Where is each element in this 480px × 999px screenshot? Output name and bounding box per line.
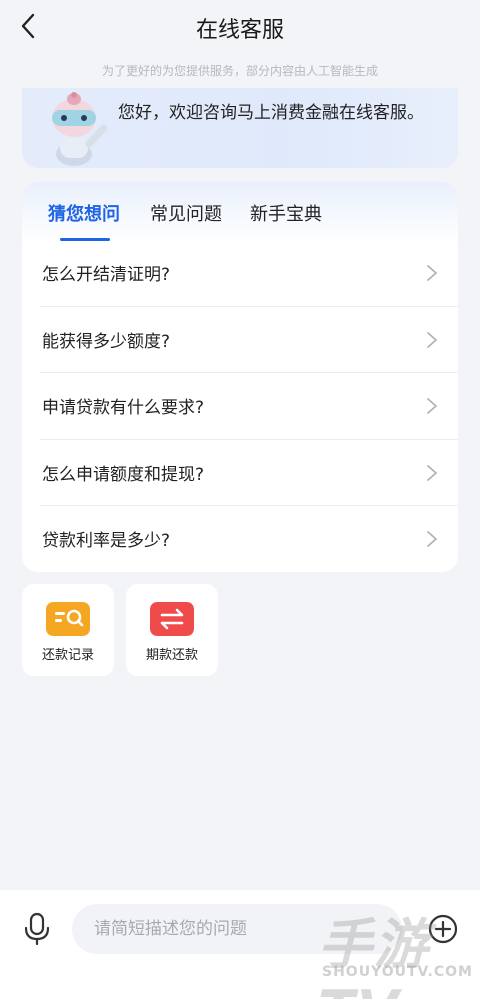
mascot-avatar <box>52 92 108 166</box>
faq-tabs: 猜您想问 常见问题 新手宝典 <box>22 182 458 244</box>
faq-list: 怎么开结清证明? 能获得多少额度? 申请贷款有什么要求? 怎么申请额度和提现? … <box>40 240 458 572</box>
chevron-right-icon <box>427 531 437 548</box>
faq-question: 贷款利率是多少? <box>42 531 171 552</box>
shortcut-label: 期款还款 <box>145 648 198 663</box>
faq-item[interactable]: 贷款利率是多少? <box>40 506 458 572</box>
ai-disclaimer: 为了更好的为您提供服务，部分内容由人工智能生成 <box>101 64 378 78</box>
welcome-message: 您好，欢迎咨询马上消费金融在线客服。 <box>118 103 424 123</box>
faq-question: 申请贷款有什么要求? <box>42 398 205 419</box>
tab-guess[interactable]: 猜您想问 <box>48 200 120 226</box>
faq-item[interactable]: 怎么开结清证明? <box>40 240 458 307</box>
repayment-record-shortcut[interactable]: 还款记录 <box>22 584 114 676</box>
chevron-right-icon <box>427 464 437 481</box>
faq-question: 怎么申请额度和提现? <box>42 464 205 485</box>
tab-common-questions[interactable]: 常见问题 <box>150 200 222 226</box>
microphone-icon[interactable] <box>22 912 52 946</box>
faq-item[interactable]: 能获得多少额度? <box>40 307 458 374</box>
watermark-logo: 手游TV <box>318 913 430 999</box>
faq-item[interactable]: 怎么申请额度和提现? <box>40 440 458 507</box>
watermark-url: SHOUYOUTV.COM <box>322 964 473 980</box>
tab-beginner-guide[interactable]: 新手宝典 <box>250 200 322 226</box>
faq-item[interactable]: 申请贷款有什么要求? <box>40 373 458 440</box>
page-title: 在线客服 <box>195 18 284 43</box>
swap-arrows-icon <box>150 602 194 636</box>
faq-question: 怎么开结清证明? <box>42 265 171 285</box>
chevron-right-icon <box>427 398 437 415</box>
chevron-right-icon <box>427 331 437 348</box>
watermark: 手游TV SHOUYOUTV.COM <box>318 900 478 999</box>
faq-card: 猜您想问 常见问题 新手宝典 怎么开结清证明? 能获得多少额度? 申请贷款有什么… <box>22 182 458 572</box>
installment-repay-shortcut[interactable]: 期款还款 <box>126 584 218 676</box>
search-record-icon <box>46 602 90 636</box>
shortcut-label: 还款记录 <box>41 648 94 663</box>
chevron-right-icon <box>427 265 437 281</box>
welcome-banner: 您好，欢迎咨询马上消费金融在线客服。 <box>22 88 458 168</box>
header: 在线客服 为了更好的为您提供服务，部分内容由人工智能生成 <box>0 0 480 88</box>
faq-question: 能获得多少额度? <box>42 331 171 352</box>
